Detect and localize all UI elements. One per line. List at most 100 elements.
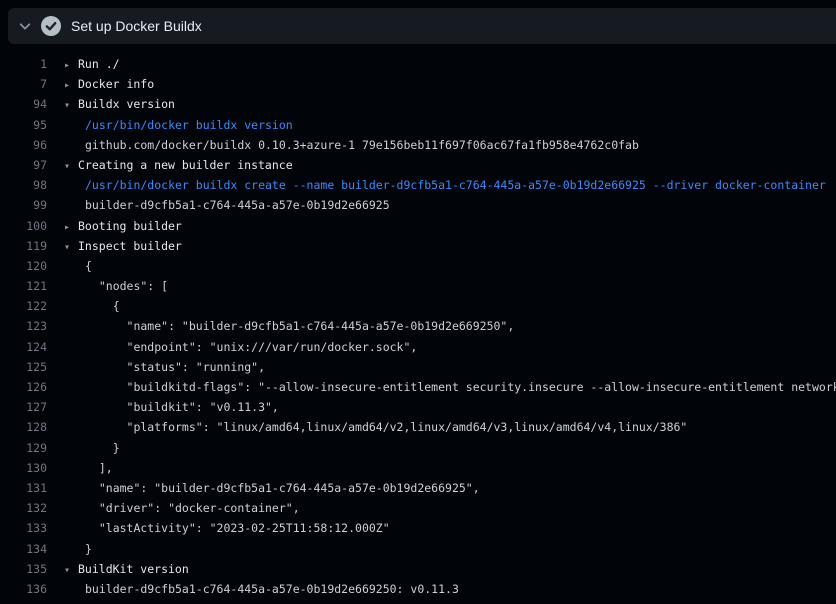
log-line-text: Inspect builder xyxy=(78,239,182,253)
line-number[interactable]: 120 xyxy=(0,256,47,276)
log-line: 97 ▾Creating a new builder instance xyxy=(0,155,836,175)
log-line-text: "driver": "docker-container", xyxy=(85,501,300,515)
line-number[interactable]: 123 xyxy=(0,316,47,336)
line-number[interactable]: 125 xyxy=(0,357,47,377)
line-number[interactable]: 132 xyxy=(0,498,47,518)
line-number[interactable]: 122 xyxy=(0,296,47,316)
log-group-header[interactable]: ▸Booting builder xyxy=(47,216,836,236)
log-line-text: Buildx version xyxy=(78,97,175,111)
log-line-text: "platforms": "linux/amd64,linux/amd64/v2… xyxy=(85,420,687,434)
log-line: 130 ], xyxy=(0,458,836,478)
log-line: 95 /usr/bin/docker buildx version xyxy=(0,115,836,135)
log-line: 98 /usr/bin/docker buildx create --name … xyxy=(0,175,836,195)
line-number[interactable]: 136 xyxy=(0,579,47,599)
log-line: 94 ▾Buildx version xyxy=(0,94,836,114)
log-line: 136 builder-d9cfb5a1-c764-445a-a57e-0b19… xyxy=(0,579,836,599)
log-line: 124 "endpoint": "unix:///var/run/docker.… xyxy=(0,337,836,357)
group-toggle-icon[interactable]: ▾ xyxy=(64,561,78,579)
log-line-text: builder-d9cfb5a1-c764-445a-a57e-0b19d2e6… xyxy=(85,198,390,212)
line-number[interactable]: 128 xyxy=(0,417,47,437)
line-number[interactable]: 126 xyxy=(0,377,47,397)
log-line-text: } xyxy=(85,542,92,556)
log-line-text: Booting builder xyxy=(78,219,182,233)
log-line: 96 github.com/docker/buildx 0.10.3+azure… xyxy=(0,135,836,155)
log-line: 120 { xyxy=(0,256,836,276)
line-number[interactable]: 95 xyxy=(0,115,47,135)
log-line: 125 "status": "running", xyxy=(0,357,836,377)
group-toggle-icon[interactable]: ▾ xyxy=(64,238,78,256)
log-line-text: Docker info xyxy=(78,77,154,91)
line-number[interactable]: 124 xyxy=(0,337,47,357)
log-group-header[interactable]: ▾Inspect builder xyxy=(47,236,836,256)
log-line: 7 ▸Docker info xyxy=(0,74,836,94)
line-number[interactable]: 100 xyxy=(0,216,47,236)
log-line-text: { xyxy=(85,259,92,273)
log-line: 134 } xyxy=(0,539,836,559)
log-line: 99 builder-d9cfb5a1-c764-445a-a57e-0b19d… xyxy=(0,195,836,215)
line-number[interactable]: 119 xyxy=(0,236,47,256)
log-line-text: } xyxy=(85,441,120,455)
line-number[interactable]: 94 xyxy=(0,94,47,114)
log-line-text: BuildKit version xyxy=(78,562,189,576)
check-circle-icon xyxy=(41,16,61,36)
log-group-header[interactable]: ▾BuildKit version xyxy=(47,559,836,579)
log-line: 121 "nodes": [ xyxy=(0,276,836,296)
group-toggle-icon[interactable]: ▸ xyxy=(64,76,78,94)
log-line-text: { xyxy=(85,299,120,313)
step-title: Set up Docker Buildx xyxy=(71,18,202,34)
log-line: 128 "platforms": "linux/amd64,linux/amd6… xyxy=(0,417,836,437)
log-line-text: github.com/docker/buildx 0.10.3+azure-1 … xyxy=(85,138,639,152)
log-line-text: builder-d9cfb5a1-c764-445a-a57e-0b19d2e6… xyxy=(85,582,459,596)
line-number[interactable]: 99 xyxy=(0,195,47,215)
log-line: 123 "name": "builder-d9cfb5a1-c764-445a-… xyxy=(0,316,836,336)
log-line-text: "status": "running", xyxy=(85,360,265,374)
log-group-header[interactable]: ▸Docker info xyxy=(47,74,836,94)
log-line-text: ], xyxy=(85,461,113,475)
log-line: 126 "buildkitd-flags": "--allow-insecure… xyxy=(0,377,836,397)
line-number[interactable]: 135 xyxy=(0,559,47,579)
log-line-text: "buildkitd-flags": "--allow-insecure-ent… xyxy=(85,380,836,394)
line-number[interactable]: 130 xyxy=(0,458,47,478)
log-line-text: "name": "builder-d9cfb5a1-c764-445a-a57e… xyxy=(85,481,480,495)
log-line: 119 ▾Inspect builder xyxy=(0,236,836,256)
log-line: 135 ▾BuildKit version xyxy=(0,559,836,579)
line-number[interactable]: 1 xyxy=(0,54,47,74)
log-line-text: /usr/bin/docker buildx create --name bui… xyxy=(85,178,826,192)
log-line-text: "name": "builder-d9cfb5a1-c764-445a-a57e… xyxy=(85,319,514,333)
log-line: 100 ▸Booting builder xyxy=(0,216,836,236)
group-toggle-icon[interactable]: ▾ xyxy=(64,157,78,175)
line-number[interactable]: 7 xyxy=(0,74,47,94)
line-number[interactable]: 98 xyxy=(0,175,47,195)
chevron-down-icon[interactable] xyxy=(18,19,32,33)
log-line: 127 "buildkit": "v0.11.3", xyxy=(0,397,836,417)
log-line: 133 "lastActivity": "2023-02-25T11:58:12… xyxy=(0,518,836,538)
log-group-header[interactable]: ▾Buildx version xyxy=(47,94,836,114)
log-line-text: /usr/bin/docker buildx version xyxy=(85,118,293,132)
log-group-header[interactable]: ▾Creating a new builder instance xyxy=(47,155,836,175)
line-number[interactable]: 96 xyxy=(0,135,47,155)
log-line: 132 "driver": "docker-container", xyxy=(0,498,836,518)
log-line: 1 ▸Run ./ xyxy=(0,54,836,74)
group-toggle-icon[interactable]: ▸ xyxy=(64,218,78,236)
log-line-text: Run ./ xyxy=(78,57,120,71)
log-line: 131 "name": "builder-d9cfb5a1-c764-445a-… xyxy=(0,478,836,498)
log-line-text: "nodes": [ xyxy=(85,279,168,293)
log-line: 129 } xyxy=(0,438,836,458)
line-number[interactable]: 121 xyxy=(0,276,47,296)
log-group-header[interactable]: ▸Run ./ xyxy=(47,54,836,74)
log-line-text: Creating a new builder instance xyxy=(78,158,293,172)
line-number[interactable]: 127 xyxy=(0,397,47,417)
line-number[interactable]: 131 xyxy=(0,478,47,498)
log-line-text: "buildkit": "v0.11.3", xyxy=(85,400,279,414)
step-header[interactable]: Set up Docker Buildx xyxy=(8,8,836,44)
log-viewer: 1 ▸Run ./ 7 ▸Docker info 94 ▾Buildx vers… xyxy=(0,44,836,604)
line-number[interactable]: 97 xyxy=(0,155,47,175)
log-line-text: "lastActivity": "2023-02-25T11:58:12.000… xyxy=(85,521,390,535)
log-line-text: "endpoint": "unix:///var/run/docker.sock… xyxy=(85,340,417,354)
group-toggle-icon[interactable]: ▾ xyxy=(64,96,78,114)
log-line: 122 { xyxy=(0,296,836,316)
line-number[interactable]: 133 xyxy=(0,518,47,538)
line-number[interactable]: 134 xyxy=(0,539,47,559)
group-toggle-icon[interactable]: ▸ xyxy=(64,56,78,74)
line-number[interactable]: 129 xyxy=(0,438,47,458)
